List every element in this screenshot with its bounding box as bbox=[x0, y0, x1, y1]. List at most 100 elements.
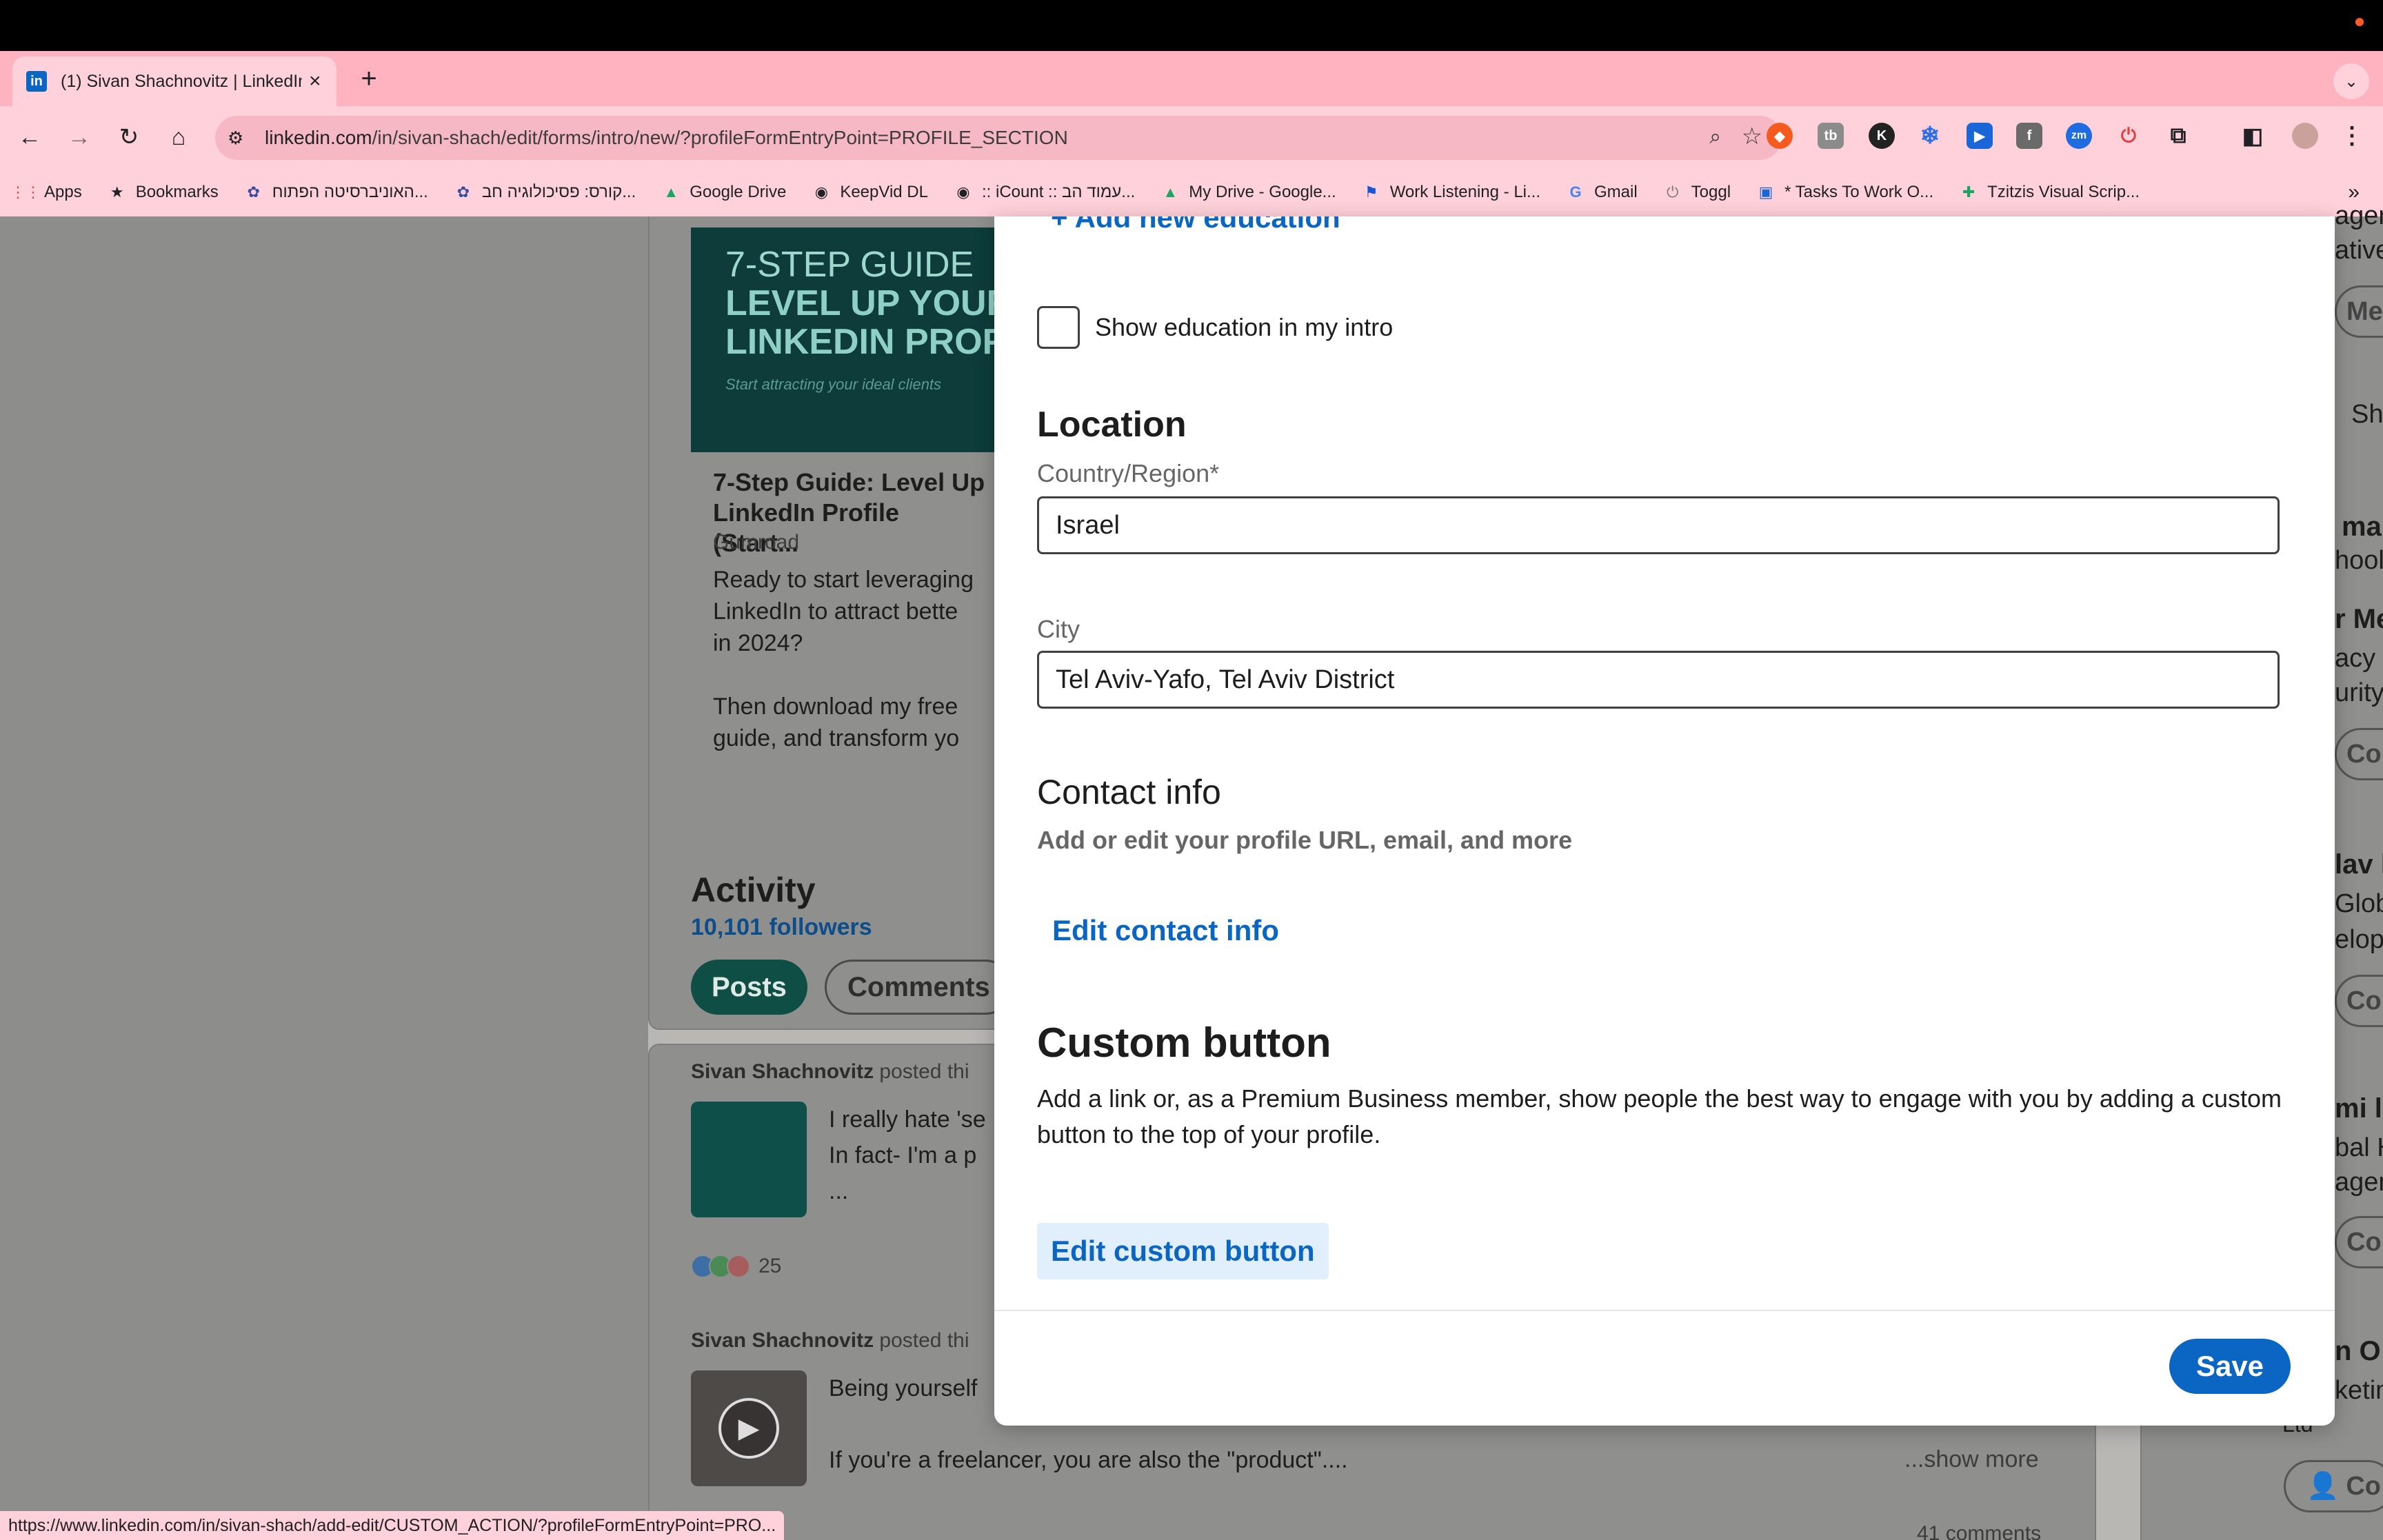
reload-icon: ↻ bbox=[119, 124, 139, 150]
sidebar-text: acy L bbox=[2335, 644, 2383, 673]
guide-thumbnail[interactable]: 7-STEP GUIDE LEVEL UP YOUR LINKEDIN PROF… bbox=[691, 227, 1012, 452]
tab-search-button[interactable]: ⌄ bbox=[2333, 63, 2369, 99]
sidebar-name[interactable]: r Me bbox=[2335, 604, 2383, 635]
screen-extension-icon[interactable]: ▶ bbox=[1967, 123, 1993, 149]
zoom-extension-icon[interactable]: zm bbox=[2066, 123, 2092, 149]
address-bar[interactable]: ⚙ linkedin.com/in/sivan-shach/edit/forms… bbox=[215, 116, 1782, 160]
new-tab-button[interactable]: + bbox=[352, 63, 386, 94]
sidebar-connect-button[interactable]: Co bbox=[2335, 1216, 2383, 1268]
sidebar-text: Glob bbox=[2335, 889, 2383, 918]
add-person-icon: 👤 bbox=[2306, 1472, 2340, 1501]
arrow-right-icon: → bbox=[68, 123, 91, 150]
country-input[interactable] bbox=[1037, 496, 2280, 554]
sheets-icon: ✚ bbox=[1962, 183, 1975, 201]
home-button[interactable]: ⌂ bbox=[163, 121, 194, 153]
post-meta: Sivan Shachnovitz posted thi bbox=[691, 1329, 969, 1352]
post-action: posted thi bbox=[879, 1060, 969, 1083]
bookmark-item[interactable]: ▲ Google Drive bbox=[661, 182, 786, 203]
activity-heading: Activity bbox=[691, 871, 816, 909]
google-drive-icon: ▲ bbox=[1163, 183, 1178, 201]
sidebar-text: Sh bbox=[2351, 400, 2383, 429]
bookmark-item[interactable]: ⚑ Work Listening - Li... bbox=[1361, 182, 1540, 203]
side-panel-icon[interactable]: ◧ bbox=[2240, 123, 2266, 149]
sidebar-button[interactable]: Me bbox=[2335, 285, 2383, 338]
sidebar-connect-button[interactable]: 👤 Co bbox=[2284, 1460, 2383, 1512]
bookmark-item[interactable]: ✚ Tzitzis Visual Scrip... bbox=[1958, 182, 2140, 203]
comments-pill[interactable]: Comments bbox=[825, 960, 1013, 1015]
tb-extension-icon[interactable]: tb bbox=[1818, 123, 1844, 149]
bookmark-item[interactable]: ◉ KeepVid DL bbox=[811, 182, 928, 203]
linkedin-favicon-icon: in bbox=[26, 71, 47, 92]
snowflake-extension-icon[interactable]: ❄ bbox=[1917, 123, 1943, 149]
more-bookmarks-button[interactable]: » bbox=[2348, 181, 2360, 204]
bookmark-item[interactable]: ★ Bookmarks bbox=[107, 182, 219, 203]
zoom-icon[interactable]: ⌕ bbox=[1709, 125, 1721, 149]
country-label: Country/Region* bbox=[1037, 459, 1220, 487]
extensions-puzzle-icon[interactable]: ⧉ bbox=[2165, 123, 2191, 149]
guide-description: Ready to start leveraging LinkedIn to at… bbox=[713, 567, 974, 751]
sidebar-name[interactable]: mi l bbox=[2335, 1093, 2382, 1124]
love-reaction-icon bbox=[727, 1255, 750, 1278]
followers-count[interactable]: 10,101 followers bbox=[691, 914, 872, 941]
bookmark-label: Tzitzis Visual Scrip... bbox=[1987, 183, 2140, 201]
bookmark-item[interactable]: ⋮⋮ Apps bbox=[10, 182, 82, 203]
bookmark-item[interactable]: G Gmail bbox=[1565, 182, 1637, 203]
home-icon: ⌂ bbox=[171, 123, 186, 150]
kebab-menu-icon[interactable]: ⋮ bbox=[2339, 123, 2365, 149]
power-extension-icon[interactable]: ⏻ bbox=[2115, 123, 2142, 149]
bookmark-item[interactable]: ⏻ Toggl bbox=[1662, 182, 1731, 203]
sidebar-text: ager bbox=[2335, 201, 2383, 230]
save-button[interactable]: Save bbox=[2169, 1339, 2291, 1394]
google-drive-icon: ▲ bbox=[663, 183, 679, 201]
brave-extension-icon[interactable]: ◆ bbox=[1767, 123, 1793, 149]
back-button[interactable]: ← bbox=[14, 121, 46, 153]
comments-count[interactable]: 41 comments bbox=[1917, 1522, 2041, 1540]
reactions-summary[interactable]: 25 bbox=[691, 1255, 781, 1278]
city-label: City bbox=[1037, 615, 1080, 643]
post-text[interactable]: I really hate 'se In fact- I'm a p ... bbox=[829, 1102, 986, 1209]
status-url-tooltip: https://www.linkedin.com/in/sivan-shach/… bbox=[0, 1511, 785, 1540]
add-education-button[interactable]: + Add new education bbox=[1051, 216, 1340, 234]
sidebar-connect-button[interactable]: Co bbox=[2335, 975, 2383, 1027]
flag-icon: ⚑ bbox=[1364, 183, 1378, 201]
active-tab[interactable]: in (1) Sivan Shachnovitz | LinkedIn × bbox=[12, 57, 336, 106]
bookmark-item[interactable]: ◉:: iCount :: עמוד הב... bbox=[953, 182, 1135, 203]
post-action: posted thi bbox=[879, 1329, 969, 1352]
bookmark-star-icon[interactable]: ☆ bbox=[1742, 123, 1762, 150]
post-author: Sivan Shachnovitz bbox=[691, 1060, 874, 1083]
sidebar-name[interactable]: ma bbox=[2342, 511, 2382, 543]
reload-button[interactable]: ↻ bbox=[113, 121, 145, 153]
url-text[interactable]: linkedin.com/in/sivan-shach/edit/forms/i… bbox=[265, 127, 1068, 149]
show-education-label[interactable]: Show education in my intro bbox=[1095, 313, 1393, 342]
contact-info-description: Add or edit your profile URL, email, and… bbox=[1037, 826, 1573, 854]
city-input[interactable] bbox=[1037, 651, 2280, 709]
k-extension-icon[interactable]: K bbox=[1869, 123, 1895, 149]
sidebar-name[interactable]: n O bbox=[2335, 1336, 2381, 1367]
post-thumbnail[interactable] bbox=[691, 1102, 807, 1217]
university-icon: ✿ bbox=[456, 183, 470, 201]
show-more-link[interactable]: ...show more bbox=[1904, 1446, 2039, 1473]
site-info-icon[interactable]: ⚙ bbox=[228, 128, 255, 149]
bookmark-item[interactable]: ✿ האוניברסיטה הפתוח... bbox=[243, 182, 428, 203]
posts-pill[interactable]: Posts bbox=[691, 960, 807, 1015]
post-author: Sivan Shachnovitz bbox=[691, 1329, 874, 1352]
video-thumbnail[interactable]: ▶ bbox=[691, 1370, 807, 1486]
bookmark-label: האוניברסיטה הפתוח... bbox=[272, 183, 428, 201]
close-tab-icon[interactable]: × bbox=[309, 70, 321, 93]
sidebar-connect-button[interactable]: Co bbox=[2335, 728, 2383, 780]
show-education-checkbox[interactable] bbox=[1037, 306, 1080, 349]
custom-button-heading: Custom button bbox=[1037, 1020, 1331, 1066]
recording-indicator-icon bbox=[2355, 18, 2364, 26]
bookmark-item[interactable]: ▲ My Drive - Google... bbox=[1160, 182, 1336, 203]
profile-avatar-icon[interactable] bbox=[2292, 123, 2318, 149]
facebook-extension-icon[interactable]: f bbox=[2016, 123, 2042, 149]
bookmark-item[interactable]: ▣ * Tasks To Work O... bbox=[1756, 182, 1933, 203]
post-meta: Sivan Shachnovitz posted thi bbox=[691, 1060, 969, 1084]
sidebar-name[interactable]: lav l bbox=[2335, 849, 2383, 880]
forward-button[interactable]: → bbox=[63, 121, 95, 153]
edit-contact-info-button[interactable]: Edit contact info bbox=[1052, 914, 1279, 947]
bookmark-label: Toggl bbox=[1691, 183, 1731, 201]
bookmark-label: Work Listening - Li... bbox=[1389, 183, 1540, 201]
bookmark-item[interactable]: ✿ קורס: פסיכולוגיה חב... bbox=[453, 182, 636, 203]
edit-custom-button[interactable]: Edit custom button bbox=[1037, 1223, 1329, 1279]
